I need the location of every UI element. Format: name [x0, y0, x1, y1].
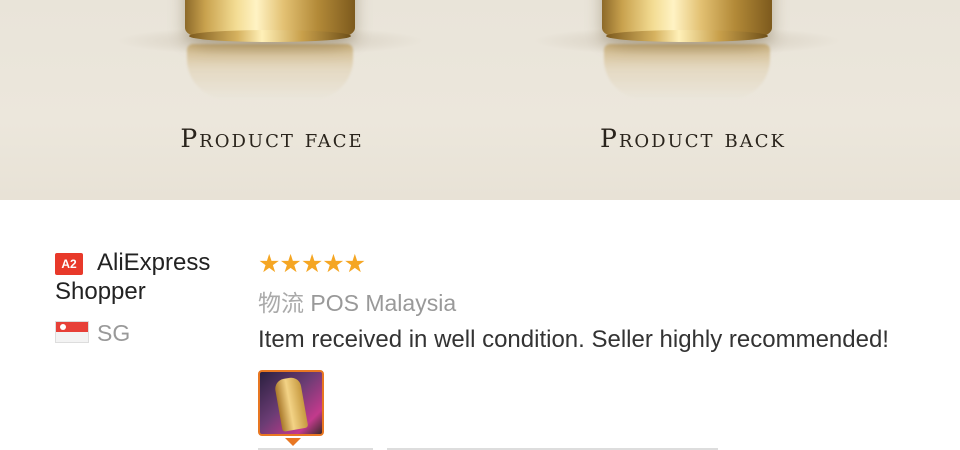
country-code: SG: [97, 320, 131, 346]
star-rating: ★★★★★: [258, 249, 366, 278]
reviewer-country: SG: [55, 320, 245, 347]
review-photo-thumbnail[interactable]: [258, 370, 324, 436]
product-tube-face-image: [115, 0, 425, 110]
logistics-value: POS Malaysia: [310, 290, 457, 316]
review-body: ★★★★★ 物流 POS Malaysia Item received in w…: [258, 249, 948, 450]
reviewer-name-row: A2 AliExpress Shopper: [55, 248, 245, 306]
logistics-label: 物流: [258, 290, 304, 316]
reviewer-info: A2 AliExpress Shopper SG: [55, 248, 245, 347]
product-banner: Product face Product back: [0, 0, 960, 200]
logistics-info: 物流 POS Malaysia: [258, 284, 948, 318]
singapore-flag-icon: [55, 321, 89, 343]
reviewer-level-badge: A2: [55, 252, 83, 275]
caption-product-face: Product face: [180, 124, 364, 153]
product-tube-back-image: [532, 0, 842, 110]
caption-product-back: Product back: [600, 124, 786, 153]
review-comment: Item received in well condition. Seller …: [258, 326, 889, 353]
thumbnail-selected-arrow-icon: [285, 438, 301, 446]
